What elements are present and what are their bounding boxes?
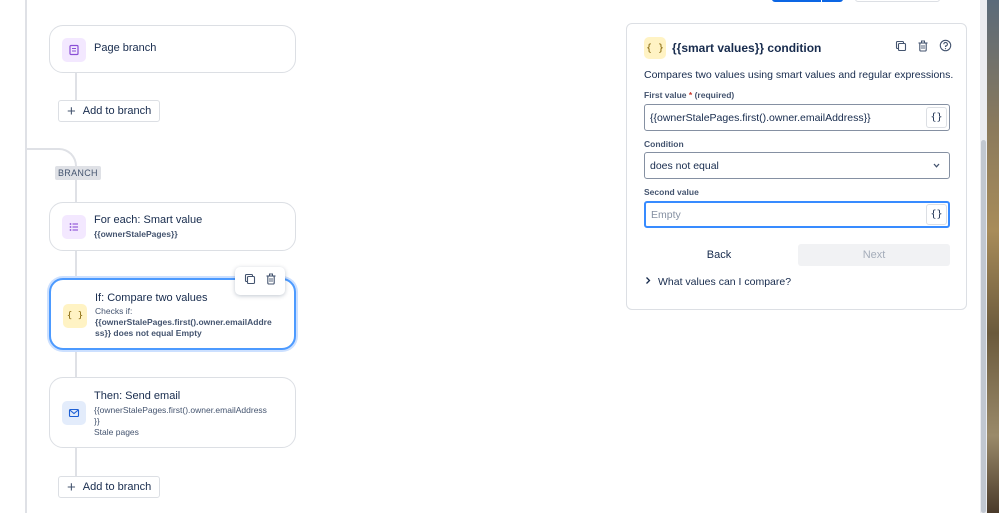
card-toolbar <box>235 267 285 295</box>
top-primary-button[interactable] <box>772 0 843 2</box>
card-expression-line-2: ss}} does not equal Empty <box>95 328 202 338</box>
trash-icon[interactable] <box>265 272 277 290</box>
chevron-right-icon <box>644 276 652 288</box>
panel-actions <box>895 39 952 57</box>
braces-icon: { } <box>644 37 666 59</box>
connector-line <box>75 250 77 278</box>
first-value-field[interactable]: {{ownerStalePages.first().owner.emailAdd… <box>644 104 950 131</box>
trash-icon[interactable] <box>917 39 929 57</box>
plus-icon: + <box>67 478 76 496</box>
card-title: For each: Smart value <box>94 214 203 226</box>
flow-rail <box>25 0 27 513</box>
branch-tag: BRANCH <box>55 166 101 180</box>
smart-value-button[interactable]: {} <box>926 204 947 225</box>
condition-label: Condition <box>644 139 684 149</box>
second-value-field[interactable]: Empty {} <box>644 201 950 228</box>
card-checks-label: Checks if: <box>95 306 133 316</box>
connector-line <box>75 178 77 202</box>
help-icon[interactable] <box>939 39 952 57</box>
condition-select[interactable]: does not equal <box>644 152 950 179</box>
copy-icon[interactable] <box>895 39 907 57</box>
button-separator <box>821 0 822 2</box>
second-value-label: Second value <box>644 187 699 197</box>
card-email-subject: Stale pages <box>94 427 139 437</box>
second-value-placeholder: Empty <box>651 208 681 221</box>
page-branch-card[interactable]: Page branch <box>49 25 296 73</box>
card-email-line-1: {{ownerStalePages.first().owner.emailAdd… <box>94 405 267 415</box>
braces-icon: { } <box>63 304 87 328</box>
send-email-card[interactable]: Then: Send email {{ownerStalePages.first… <box>49 377 296 448</box>
top-secondary-button[interactable] <box>855 0 940 2</box>
required-text: (required) <box>694 90 735 100</box>
card-subtitle: {{ownerStalePages}} <box>94 229 178 239</box>
add-to-branch-label: Add to branch <box>82 105 152 117</box>
connector-line <box>75 72 77 102</box>
panel-description: Compares two values using smart values a… <box>644 69 954 81</box>
back-button[interactable]: Back <box>644 244 794 266</box>
page-icon <box>62 38 86 62</box>
card-email-line-2: }} <box>94 416 100 426</box>
card-title: Page branch <box>94 42 157 54</box>
copy-icon[interactable] <box>244 272 256 290</box>
expander-label: What values can I compare? <box>658 276 792 288</box>
add-to-branch-button[interactable]: + Add to branch <box>58 100 160 122</box>
first-value-label: First value * (required) <box>644 90 734 100</box>
connector-line <box>75 350 77 378</box>
first-value-label-text: First value <box>644 90 687 100</box>
add-to-branch-button[interactable]: + Add to branch <box>58 476 160 498</box>
mail-icon <box>62 401 86 425</box>
list-icon <box>62 215 86 239</box>
values-help-expander[interactable]: What values can I compare? <box>644 276 791 288</box>
background-photo <box>987 0 999 513</box>
for-each-card[interactable]: For each: Smart value {{ownerStalePages}… <box>49 202 296 251</box>
panel-title: {{smart values}} condition <box>672 41 822 55</box>
card-title: If: Compare two values <box>95 292 208 304</box>
connector-line <box>75 447 77 477</box>
plus-icon: + <box>67 102 76 120</box>
required-marker: * <box>688 90 693 100</box>
first-value-text: {{ownerStalePages.first().owner.emailAdd… <box>650 111 871 124</box>
next-button[interactable]: Next <box>798 244 950 266</box>
smart-value-button[interactable]: {} <box>926 107 947 128</box>
scrollbar-thumb[interactable] <box>981 140 986 513</box>
chevron-down-icon <box>932 161 941 173</box>
condition-value: does not equal <box>650 159 719 172</box>
add-to-branch-label: Add to branch <box>82 481 152 493</box>
condition-panel: { } {{smart values}} condition Compares … <box>626 23 967 310</box>
card-title: Then: Send email <box>94 390 181 402</box>
card-expression-line-1: {{ownerStalePages.first().owner.emailAdd… <box>95 317 272 327</box>
